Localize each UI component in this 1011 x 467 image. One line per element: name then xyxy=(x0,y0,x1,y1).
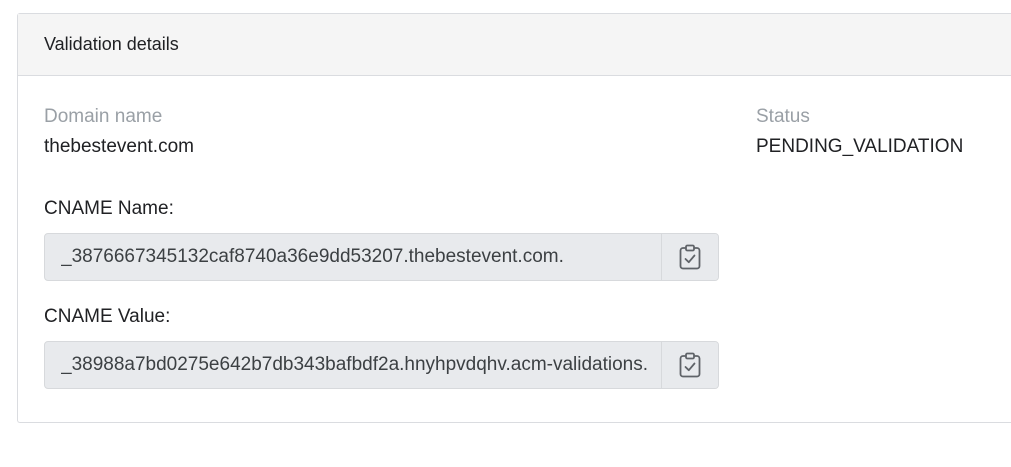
cname-value-label: CNAME Value: xyxy=(44,306,171,327)
copy-cname-value-button[interactable] xyxy=(661,342,718,388)
validation-details-panel: Validation details Domain name thebestev… xyxy=(17,13,1011,423)
cname-name-input[interactable] xyxy=(45,234,661,280)
status-label: Status xyxy=(756,106,810,127)
clipboard-check-icon xyxy=(679,244,701,270)
copy-cname-name-button[interactable] xyxy=(661,234,718,280)
cname-value-input-group xyxy=(44,341,719,389)
cname-name-input-group xyxy=(44,233,719,281)
domain-name-value: thebestevent.com xyxy=(44,136,194,157)
cname-value-input[interactable] xyxy=(45,342,661,388)
panel-title: Validation details xyxy=(44,34,179,54)
status-value: PENDING_VALIDATION xyxy=(756,136,964,157)
panel-header: Validation details xyxy=(18,14,1011,76)
cname-name-label: CNAME Name: xyxy=(44,198,174,219)
domain-name-label: Domain name xyxy=(44,106,163,127)
clipboard-check-icon xyxy=(679,352,701,378)
